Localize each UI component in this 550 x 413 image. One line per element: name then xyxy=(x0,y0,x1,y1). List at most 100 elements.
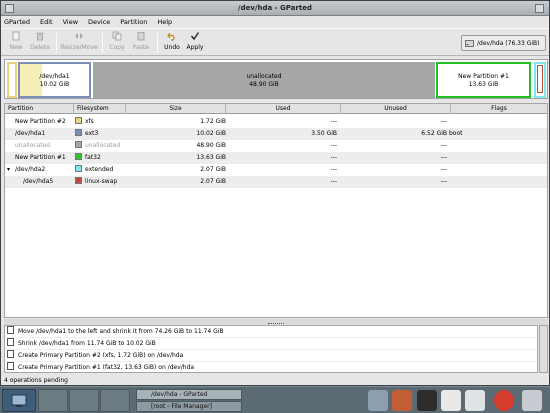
row-size: 1.72 GiB xyxy=(200,118,226,125)
list-item[interactable]: Shrink /dev/hda1 from 11.74 GiB to 10.02… xyxy=(5,338,537,350)
col-partition[interactable]: Partition xyxy=(5,104,74,114)
filesystem-swatch xyxy=(75,141,82,148)
row-partition: /dev/hda2 xyxy=(15,166,46,173)
title-bar[interactable]: /dev/hda - GParted xyxy=(1,1,549,16)
menu-partition[interactable]: Partition xyxy=(120,18,147,26)
col-flags[interactable]: Flags xyxy=(451,104,547,114)
list-item[interactable]: Create Primary Partition #2 (xfs, 1.72 G… xyxy=(5,350,537,362)
apply-button[interactable]: Apply xyxy=(184,31,206,56)
device-select[interactable]: /dev/hda (76.33 GiB) xyxy=(461,35,546,51)
table-row[interactable]: New Partition #2 xfs 1.72 GiB --- --- xyxy=(5,116,547,128)
menu-edit[interactable]: Edit xyxy=(40,18,53,26)
terminal-icon[interactable] xyxy=(417,390,437,411)
workspace-2-button[interactable] xyxy=(69,389,99,412)
menu-view[interactable]: View xyxy=(63,18,78,26)
row-used: --- xyxy=(330,178,338,185)
map-unallocated-size: 48.90 GiB xyxy=(249,81,279,88)
row-unused: --- xyxy=(440,142,448,149)
list-item[interactable]: Move /dev/hda1 to the left and shrink it… xyxy=(5,326,537,338)
row-used: --- xyxy=(330,142,338,149)
row-filesystem: fat32 xyxy=(85,154,101,161)
paste-button[interactable]: Paste xyxy=(129,31,153,56)
expander-arrow-icon[interactable]: ▾ xyxy=(7,164,10,176)
menu-gparted[interactable]: GParted xyxy=(4,18,30,26)
resize-move-label: Resize/Move xyxy=(60,44,98,51)
row-size: 13.63 GiB xyxy=(196,154,226,161)
row-partition: New Partition #2 xyxy=(15,118,66,125)
workspace-3-button[interactable] xyxy=(100,389,130,412)
toolbar-separator xyxy=(157,33,158,53)
map-segment-new-partition-2[interactable] xyxy=(7,62,17,98)
row-unused: 6.52 GiB xyxy=(421,130,447,137)
row-used: 3.50 GiB xyxy=(311,130,337,137)
apply-checkmark-icon xyxy=(190,32,200,41)
col-unused[interactable]: Unused xyxy=(341,104,451,114)
image-viewer-icon[interactable] xyxy=(465,390,485,411)
map-segment-hda5[interactable] xyxy=(537,65,543,93)
partition-map: /dev/hda1 10.02 GiB unallocated 48.90 Gi… xyxy=(4,59,548,99)
col-filesystem[interactable]: Filesystem xyxy=(74,104,126,114)
menu-help[interactable]: Help xyxy=(157,18,172,26)
window-title: /dev/hda - GParted xyxy=(238,4,312,12)
table-header: Partition Filesystem Size Used Unused Fl… xyxy=(5,104,547,114)
menu-device[interactable]: Device xyxy=(88,18,110,26)
undo-button[interactable]: Undo xyxy=(161,31,183,56)
table-row[interactable]: /dev/hda1 ext3 10.02 GiB 3.50 GiB 6.52 G… xyxy=(5,128,547,140)
operation-text: Shrink /dev/hda1 from 11.74 GiB to 10.02… xyxy=(18,340,156,347)
task-file-manager[interactable]: [root - File Manager] xyxy=(136,401,242,412)
map-segment-hda1[interactable]: /dev/hda1 10.02 GiB xyxy=(18,62,91,98)
task-gparted-label: /dev/hda - GParted xyxy=(151,391,208,398)
logout-icon[interactable] xyxy=(522,390,542,411)
map-segment-extended[interactable] xyxy=(534,62,546,98)
row-used: --- xyxy=(330,154,338,161)
tools-icon[interactable] xyxy=(392,390,412,411)
filesystem-swatch xyxy=(75,177,82,184)
move-operation-icon xyxy=(7,326,14,334)
map-segment-new-partition-1[interactable]: New Partition #1 13.63 GiB xyxy=(436,62,531,98)
row-partition: /dev/hda1 xyxy=(15,130,46,137)
new-icon xyxy=(12,31,20,41)
network-tools-icon[interactable] xyxy=(368,390,388,411)
undo-label: Undo xyxy=(164,44,180,51)
row-size: 2.07 GiB xyxy=(200,166,226,173)
editor-icon[interactable] xyxy=(441,390,461,411)
row-unused: --- xyxy=(440,178,448,185)
resize-operation-icon xyxy=(7,338,14,346)
row-filesystem: ext3 xyxy=(85,130,99,137)
filesystem-swatch xyxy=(75,117,82,124)
copy-label: Copy xyxy=(109,44,125,51)
table-row[interactable]: New Partition #1 fat32 13.63 GiB --- --- xyxy=(5,152,547,164)
filesystem-swatch xyxy=(75,129,82,136)
filesystem-swatch xyxy=(75,165,82,172)
table-row[interactable]: ▾ /dev/hda2 extended 2.07 GiB --- --- xyxy=(5,164,547,176)
copy-button[interactable]: Copy xyxy=(106,31,128,56)
start-menu-button[interactable] xyxy=(2,389,36,412)
task-gparted[interactable]: /dev/hda - GParted xyxy=(136,389,242,400)
row-unused: --- xyxy=(440,166,448,173)
status-bar: 4 operations pending xyxy=(4,377,68,384)
table-row[interactable]: unallocated unallocated 48.90 GiB --- --… xyxy=(5,140,547,152)
col-used[interactable]: Used xyxy=(226,104,341,114)
row-size: 10.02 GiB xyxy=(196,130,226,137)
map-segment-unallocated[interactable]: unallocated 48.90 GiB xyxy=(93,62,435,98)
map-hda1-name: /dev/hda1 xyxy=(39,73,70,80)
desktop-icon xyxy=(11,394,27,407)
resize-move-icon xyxy=(75,33,83,39)
map-new1-name: New Partition #1 xyxy=(458,73,509,80)
operation-text: Move /dev/hda1 to the left and shrink it… xyxy=(18,328,224,335)
gparted-window: /dev/hda - GParted GParted Edit View Dev… xyxy=(0,0,550,386)
menubar: GParted Edit View Device Partition Help xyxy=(1,16,549,28)
col-size[interactable]: Size xyxy=(126,104,226,114)
pending-operations-list: Move /dev/hda1 to the left and shrink it… xyxy=(4,325,538,373)
delete-button[interactable]: Delete xyxy=(27,31,53,56)
resize-move-button[interactable]: Resize/Move xyxy=(59,31,99,56)
pending-list-scrollbar[interactable] xyxy=(539,325,548,373)
workspace-1-button[interactable] xyxy=(38,389,68,412)
list-item[interactable]: Create Primary Partition #1 (fat32, 13.6… xyxy=(5,362,537,372)
new-button[interactable]: New xyxy=(5,31,27,56)
power-icon[interactable] xyxy=(494,390,514,411)
row-partition: unallocated xyxy=(15,142,51,149)
delete-label: Delete xyxy=(30,44,50,51)
table-row[interactable]: /dev/hda5 linux-swap 2.07 GiB --- --- xyxy=(5,176,547,188)
close-window-icon[interactable] xyxy=(535,4,544,13)
